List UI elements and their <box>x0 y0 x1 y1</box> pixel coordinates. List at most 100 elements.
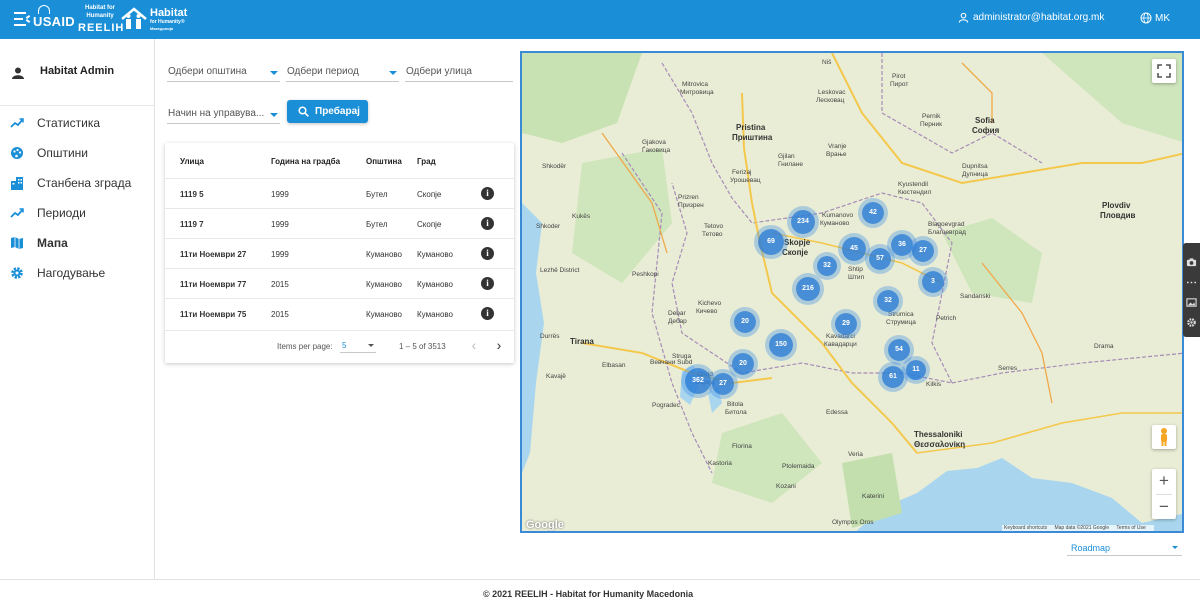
map-cluster-marker[interactable]: 27 <box>912 240 934 262</box>
map-cluster-marker[interactable]: 11 <box>906 360 926 380</box>
chevron-down-icon <box>1172 546 1178 549</box>
map-label-shkoder-2: Shkoder <box>536 223 561 230</box>
management-type-placeholder: Начин на управува... <box>168 108 265 119</box>
street-view-pegman-icon[interactable] <box>1152 425 1176 449</box>
sidebar-item-municipalities[interactable]: Општини <box>10 143 150 163</box>
column-header-city[interactable]: Град <box>417 157 436 166</box>
map-cluster-marker[interactable]: 234 <box>791 210 815 234</box>
table-row[interactable]: 1119 5 1999 Бутел Скопје i <box>165 178 514 208</box>
habitat-logo-subtitle: for Humanity® <box>150 19 185 25</box>
info-icon[interactable]: i <box>481 217 494 230</box>
sidebar-item-periods[interactable]: Периоди <box>10 203 150 223</box>
map-cluster-marker[interactable]: 32 <box>877 290 899 312</box>
map-label-strumica-cyrillic: Струмица <box>886 319 916 326</box>
map-cluster-marker[interactable]: 32 <box>817 256 837 276</box>
map-label-pernik: Pernik <box>922 113 941 120</box>
keyboard-shortcuts-link[interactable]: Keyboard shortcuts <box>1004 525 1047 531</box>
map-label-pristina-cyrillic: Приштина <box>732 133 773 142</box>
map-label-pogradec: Pogradec <box>652 402 680 409</box>
map-cluster-marker[interactable]: 29 <box>835 313 857 335</box>
map-type-select[interactable]: Roadmap <box>1067 540 1182 556</box>
items-per-page-select[interactable]: 5 <box>340 339 376 353</box>
menu-toggle-icon[interactable] <box>14 12 31 26</box>
sidebar-item-statistics[interactable]: Статистика <box>10 113 150 133</box>
map-cluster-marker[interactable]: 42 <box>862 202 884 224</box>
language-label: MK <box>1155 12 1170 24</box>
map-label-kastoria: Kastoria <box>708 460 732 467</box>
map-label-sofia-cyrillic: София <box>972 126 1000 135</box>
chevron-down-icon <box>368 344 374 347</box>
period-select[interactable]: Одбери период <box>286 64 399 82</box>
previous-page-button[interactable]: ‹ <box>467 337 481 353</box>
table-row[interactable]: 11ти Ноември 27 1999 Куманово Куманово i <box>165 238 514 268</box>
terms-of-use-link[interactable]: Terms of Use <box>1116 525 1145 531</box>
items-per-page-label: Items per page: <box>277 342 333 351</box>
sidebar-item-label: Периоди <box>37 206 86 220</box>
more-dots-icon[interactable] <box>1186 277 1197 288</box>
usaid-emblem-icon <box>38 5 50 14</box>
map-label-prizren: Prizren <box>678 194 699 201</box>
map-label-blagoevgrad: Blagoevgrad <box>928 221 965 228</box>
street-input[interactable]: Одбери улица <box>405 64 513 82</box>
user-account-button[interactable]: administrator@habitat.org.mk <box>958 12 1104 23</box>
municipality-select[interactable]: Одбери општина <box>167 64 280 82</box>
map-cluster-marker[interactable]: 36 <box>891 234 913 256</box>
sidebar-item-label: Станбена зграда <box>37 176 132 190</box>
page-footer: © 2021 REELIH - Habitat for Humanity Mac… <box>0 579 1200 603</box>
map-label-veria: Veria <box>848 451 863 458</box>
info-icon[interactable]: i <box>481 307 494 320</box>
table-row[interactable]: 1119 7 1999 Бутел Скопје i <box>165 208 514 238</box>
column-header-municipality[interactable]: Општина <box>366 157 402 166</box>
map-label-prizren-cyrillic: Призрен <box>678 202 704 209</box>
map-cluster-marker[interactable]: 362 <box>685 368 711 394</box>
chevron-down-icon <box>389 71 397 75</box>
fullscreen-button[interactable] <box>1152 59 1176 83</box>
map-label-durres: Durrës <box>540 333 560 340</box>
cell-year: 1999 <box>271 190 289 199</box>
cell-municipality: Куманово <box>366 250 402 259</box>
zoom-in-button[interactable]: + <box>1152 469 1176 493</box>
map-cluster-marker[interactable]: 69 <box>758 229 784 255</box>
map-cluster-marker[interactable]: 57 <box>869 248 891 270</box>
map-cluster-marker[interactable]: 61 <box>882 366 904 388</box>
info-icon[interactable]: i <box>481 187 494 200</box>
sidebar-item-housing-building[interactable]: Станбена зграда <box>10 173 150 193</box>
map-label-florina: Florina <box>732 443 752 450</box>
info-icon[interactable]: i <box>481 277 494 290</box>
chevron-down-icon <box>270 113 278 117</box>
map-cluster-marker[interactable]: 150 <box>769 333 793 357</box>
trending-up-icon <box>10 208 24 218</box>
search-button[interactable]: Пребарај <box>287 100 368 123</box>
next-page-button[interactable]: › <box>492 337 506 353</box>
map-cluster-marker[interactable]: 20 <box>734 311 756 333</box>
map[interactable]: Pristina Приштина Sofia София Skopje Ско… <box>520 51 1184 533</box>
table-row[interactable]: 11ти Ноември 77 2015 Куманово Куманово i <box>165 268 514 298</box>
map-cluster-marker[interactable]: 216 <box>796 277 820 301</box>
map-label-kukes: Kukës <box>572 213 591 220</box>
image-icon[interactable] <box>1186 297 1197 308</box>
column-header-street[interactable]: Улица <box>180 157 204 166</box>
search-icon <box>298 106 309 117</box>
map-label-olympos: Olympos Oros <box>832 519 874 526</box>
language-switch[interactable]: MK <box>1140 12 1170 24</box>
management-type-select[interactable]: Начин на управува... <box>167 106 280 124</box>
column-header-year[interactable]: Година на градба <box>271 157 340 166</box>
map-cluster-marker[interactable]: 27 <box>712 373 734 395</box>
gear-icon[interactable] <box>1186 317 1197 328</box>
map-cluster-marker[interactable]: 20 <box>732 353 754 375</box>
sidebar-item-map[interactable]: Мапа <box>10 233 150 253</box>
map-label-vranje: Vranje <box>828 143 847 150</box>
map-cluster-marker[interactable]: 3 <box>922 271 944 293</box>
map-cluster-marker[interactable]: 54 <box>888 339 910 361</box>
map-cluster-marker[interactable]: 45 <box>842 237 866 261</box>
map-label-tetovo-cyrillic: Тетово <box>702 231 723 238</box>
map-label-drama: Drama <box>1094 343 1114 350</box>
sidebar-item-settings[interactable]: Нагодување <box>10 263 150 283</box>
table-row[interactable]: 11ти Ноември 75 2015 Куманово Куманово i <box>165 298 514 328</box>
camera-icon[interactable] <box>1186 257 1197 268</box>
cell-city: Куманово <box>417 280 453 289</box>
zoom-out-button[interactable]: − <box>1152 495 1176 519</box>
info-icon[interactable]: i <box>481 247 494 260</box>
user-icon <box>958 12 969 23</box>
cell-city: Куманово <box>417 310 453 319</box>
